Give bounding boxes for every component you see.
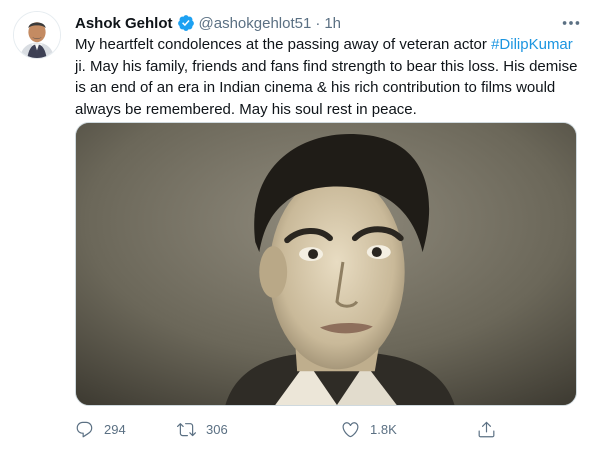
reply-button[interactable]: 294: [75, 416, 126, 442]
separator-dot: ·: [315, 14, 321, 32]
heart-icon: [342, 421, 359, 437]
like-count: 1.8K: [370, 421, 397, 437]
retweet-button[interactable]: 306: [177, 416, 228, 442]
tweet-header: Ashok Gehlot @ashokgehlot51 · 1h: [75, 12, 341, 34]
more-options-icon[interactable]: [560, 12, 582, 34]
retweet-count: 306: [206, 421, 228, 437]
tweet-timestamp[interactable]: 1h: [324, 15, 341, 32]
tweet-image[interactable]: [75, 122, 577, 406]
like-button[interactable]: 1.8K: [341, 416, 397, 442]
verified-badge-icon: [177, 14, 195, 32]
tweet-text-part: My heartfelt condolences at the passing …: [75, 36, 492, 53]
retweet-icon: [177, 422, 196, 436]
author-handle[interactable]: @ashokgehlot51: [199, 15, 312, 32]
author-name[interactable]: Ashok Gehlot: [75, 15, 173, 32]
reply-count: 294: [104, 421, 126, 437]
share-icon: [478, 421, 495, 437]
tweet-card: Ashok Gehlot @ashokgehlot51 · 1h My hear…: [0, 0, 600, 450]
tweet-text-part: ji. May his family, friends and fans fin…: [75, 57, 578, 118]
tweet-actions: 294 306 1.8K: [75, 416, 580, 442]
hashtag-link[interactable]: #DilipKumar: [491, 36, 573, 53]
reply-icon: [76, 421, 93, 437]
avatar[interactable]: [13, 11, 61, 59]
share-button[interactable]: [477, 416, 496, 442]
tweet-text: My heartfelt condolences at the passing …: [75, 34, 580, 120]
